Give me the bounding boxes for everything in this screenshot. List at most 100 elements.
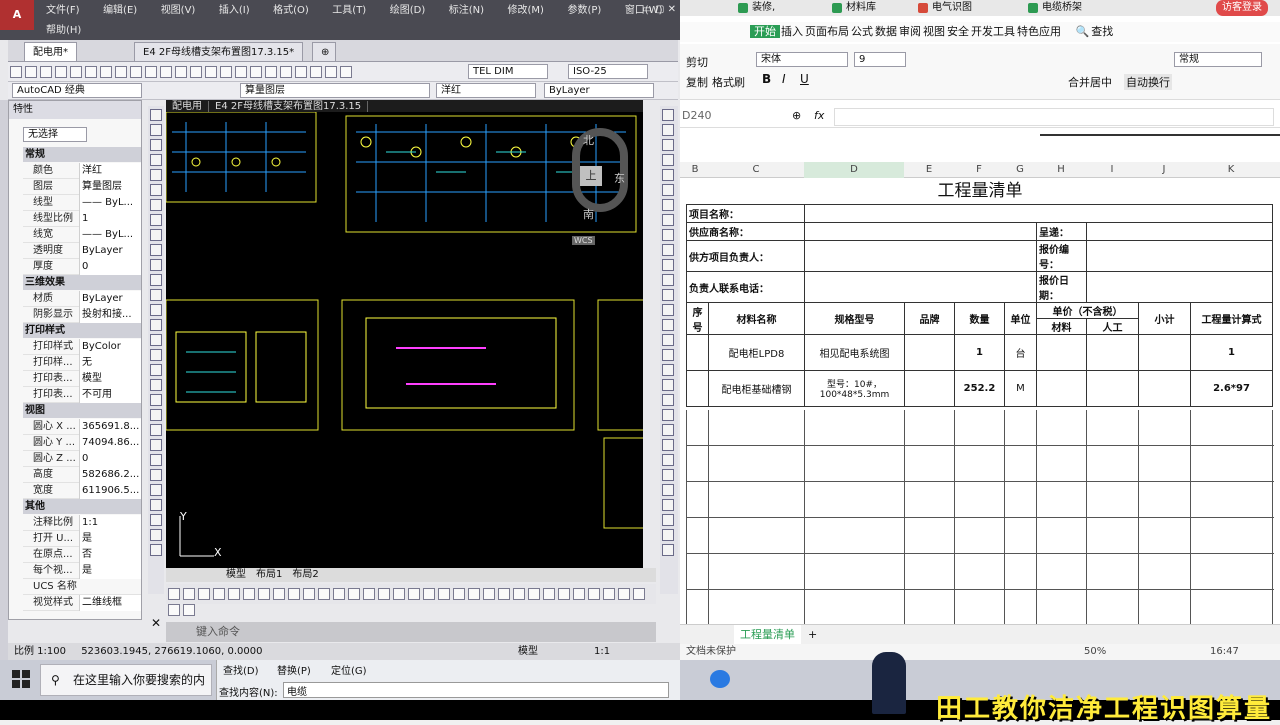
tool-icon[interactable] — [662, 124, 674, 136]
tool-icon[interactable] — [150, 169, 162, 181]
row1-subtotal[interactable] — [1138, 334, 1191, 371]
tool-icon[interactable] — [662, 379, 674, 391]
save-icon[interactable] — [40, 66, 52, 78]
props-value[interactable]: 1 — [79, 211, 141, 227]
redo-icon[interactable] — [175, 66, 187, 78]
doc-tab-3[interactable]: 电气识图 — [916, 0, 972, 16]
paste-icon[interactable] — [130, 66, 142, 78]
ribbon-tab-layout[interactable]: 页面布局 — [804, 25, 850, 38]
tool-icon[interactable] — [150, 364, 162, 376]
fx-label[interactable]: fx — [814, 109, 824, 122]
row2-calc[interactable]: 2.6*97 — [1190, 370, 1273, 407]
viewcube-face[interactable]: 上 — [580, 166, 602, 186]
markup-icon[interactable] — [310, 66, 322, 78]
ribbon-search[interactable]: 查找 — [1090, 25, 1114, 38]
tool-icon[interactable] — [150, 334, 162, 346]
tool-icon[interactable] — [662, 439, 674, 451]
props-row[interactable]: 线型 —— ByL... — [23, 195, 141, 211]
props-row[interactable]: 圆心 Z ... 0 — [23, 451, 141, 467]
ribbon-tab-review[interactable]: 审阅 — [898, 25, 922, 38]
props-section-header[interactable]: 视图 — [23, 403, 141, 418]
quote-date-cell[interactable] — [1086, 271, 1273, 303]
header-labor[interactable]: 人工 — [1086, 318, 1139, 335]
tool-icon[interactable] — [150, 154, 162, 166]
tool-icon[interactable] — [662, 334, 674, 346]
ribbon-tab-home[interactable]: 开始 — [750, 25, 780, 38]
snap-tool-icon[interactable] — [528, 588, 540, 600]
snap-tool-icon[interactable] — [363, 588, 375, 600]
tool-icon[interactable] — [662, 259, 674, 271]
props-row[interactable]: 高度 582686.2... — [23, 467, 141, 483]
props-section-header[interactable]: 常规 — [23, 147, 141, 162]
props-section-header[interactable]: 其他 — [23, 499, 141, 514]
props-value[interactable]: 0 — [79, 259, 141, 275]
tab-layout2[interactable]: 布局2 — [287, 569, 323, 580]
doc-tab-2[interactable]: 材料库 — [830, 0, 876, 16]
row1-name[interactable]: 配电柜LPD8 — [708, 334, 805, 371]
header-spec[interactable]: 规格型号 — [804, 302, 905, 335]
drawing-canvas[interactable]: Y X 北 东 南 上 WCS — [166, 112, 643, 568]
header-qty[interactable]: 数量 — [954, 302, 1005, 335]
props-value[interactable]: ByLayer — [79, 243, 141, 259]
design-center-icon[interactable] — [265, 66, 277, 78]
snap-tool-icon[interactable] — [438, 588, 450, 600]
selection-select[interactable]: 无选择 — [23, 127, 87, 142]
submit-label[interactable]: 呈递： — [1036, 222, 1087, 241]
row2-spec[interactable]: 型号：10#，100*48*5.3mm — [804, 370, 905, 407]
tool-icon[interactable] — [150, 244, 162, 256]
font-size-select[interactable]: 9 — [854, 52, 906, 67]
tool-icon[interactable] — [150, 124, 162, 136]
zoom-icon[interactable]: ⊕ — [792, 109, 801, 122]
tool-icon[interactable] — [150, 379, 162, 391]
props-section-header[interactable]: 三维效果 — [23, 275, 141, 290]
props-row[interactable]: 线宽 —— ByL... — [23, 227, 141, 243]
props-row[interactable]: 材质 ByLayer — [23, 291, 141, 307]
status-model[interactable]: 模型 — [512, 643, 544, 660]
snap-tool-icon[interactable] — [183, 604, 195, 616]
status-ratio[interactable]: 1:1 — [588, 643, 616, 660]
new-tab-button[interactable]: ⊕ — [312, 42, 336, 61]
props-value[interactable]: 二维线框 — [79, 595, 141, 611]
tab-file-1[interactable]: 配电用* — [24, 42, 77, 61]
linetype-select[interactable]: ByLayer — [544, 83, 654, 98]
props-section-header[interactable]: 打印样式 — [23, 323, 141, 338]
pan-icon[interactable] — [190, 66, 202, 78]
props-value[interactable]: 无 — [79, 355, 141, 371]
row1-unit[interactable]: 台 — [1004, 334, 1037, 371]
snap-tool-icon[interactable] — [573, 588, 585, 600]
props-row[interactable]: 颜色 洋红 — [23, 163, 141, 179]
menu-file[interactable]: 文件(F) — [46, 0, 80, 22]
tool-icon[interactable] — [662, 424, 674, 436]
snap-tool-icon[interactable] — [198, 588, 210, 600]
drawing-tab-1[interactable]: 配电用 — [166, 101, 209, 112]
props-row[interactable]: 打印表... 不可用 — [23, 387, 141, 403]
menu-params[interactable]: 参数(P) — [567, 0, 601, 22]
phone-cell[interactable] — [804, 271, 1037, 303]
tool-icon[interactable] — [662, 484, 674, 496]
zoom-prev-icon[interactable] — [235, 66, 247, 78]
replace-tab[interactable]: 替换(P) — [277, 662, 311, 677]
tool-icon[interactable] — [150, 424, 162, 436]
header-price[interactable]: 单价（不含税） — [1036, 302, 1139, 319]
quote-no-label[interactable]: 报价编号： — [1036, 240, 1087, 272]
props-value[interactable]: 0 — [79, 451, 141, 467]
tab-file-2[interactable]: E4 2F母线槽支架布置图17.3.15* — [134, 42, 304, 61]
tool-icon[interactable] — [150, 214, 162, 226]
tool-icon[interactable] — [662, 409, 674, 421]
menu-dimension[interactable]: 标注(N) — [449, 0, 484, 22]
calc-icon[interactable] — [325, 66, 337, 78]
empty-row[interactable] — [686, 482, 1274, 518]
snap-tool-icon[interactable] — [558, 588, 570, 600]
quote-date-label[interactable]: 报价日期： — [1036, 271, 1087, 303]
row2-no[interactable] — [686, 370, 709, 407]
props-row[interactable]: 注释比例 1:1 — [23, 515, 141, 531]
props-value[interactable]: 611906.5... — [79, 483, 141, 499]
props-value[interactable]: 是 — [79, 563, 141, 579]
menu-format[interactable]: 格式(O) — [273, 0, 309, 22]
snap-tool-icon[interactable] — [498, 588, 510, 600]
tool-icon[interactable] — [662, 364, 674, 376]
tool-icon[interactable] — [662, 109, 674, 121]
preview-icon[interactable] — [70, 66, 82, 78]
snap-tool-icon[interactable] — [258, 588, 270, 600]
phone-label[interactable]: 负责人联系电话： — [686, 271, 805, 303]
